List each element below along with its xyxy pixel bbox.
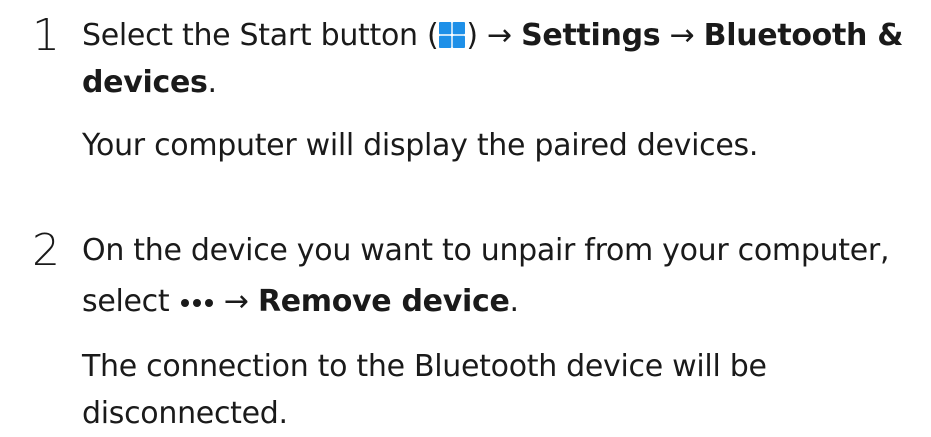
step-number: 1 bbox=[32, 10, 60, 61]
instruction-text: Select the Start button ( bbox=[82, 18, 439, 53]
instruction-text: . bbox=[509, 284, 520, 319]
instruction-text: On the device you want to unpair from yo… bbox=[82, 233, 890, 268]
step-number: 2 bbox=[32, 225, 60, 276]
result-text: The connection to the Bluetooth device w… bbox=[82, 349, 767, 384]
result-text: disconnected. bbox=[82, 396, 288, 431]
arrow-icon: → bbox=[669, 18, 695, 53]
instruction-text: . bbox=[207, 65, 218, 100]
settings-label: Settings bbox=[521, 18, 661, 53]
step-body: On the device you want to unpair from yo… bbox=[82, 215, 922, 437]
bluetooth-devices-label: Bluetooth & bbox=[703, 18, 904, 53]
step-result: Your computer will display the paired de… bbox=[82, 128, 759, 163]
windows-start-icon bbox=[439, 22, 466, 48]
bluetooth-devices-label: devices bbox=[82, 65, 208, 100]
step-instruction: On the device you want to unpair from yo… bbox=[82, 215, 922, 325]
step-result: The connection to the Bluetooth device w… bbox=[82, 343, 922, 437]
instruction-steps: 1 Select the Start button () → Settings … bbox=[0, 0, 931, 432]
instruction-text: ) bbox=[466, 18, 488, 53]
step-body: Select the Start button () → Settings → … bbox=[82, 0, 922, 169]
remove-device-label: Remove device bbox=[257, 284, 510, 319]
more-options-icon bbox=[180, 274, 213, 321]
arrow-icon: → bbox=[223, 284, 249, 319]
step-instruction: Select the Start button () → Settings → … bbox=[82, 0, 922, 106]
arrow-icon: → bbox=[487, 18, 512, 53]
instruction-text: select bbox=[82, 284, 170, 319]
